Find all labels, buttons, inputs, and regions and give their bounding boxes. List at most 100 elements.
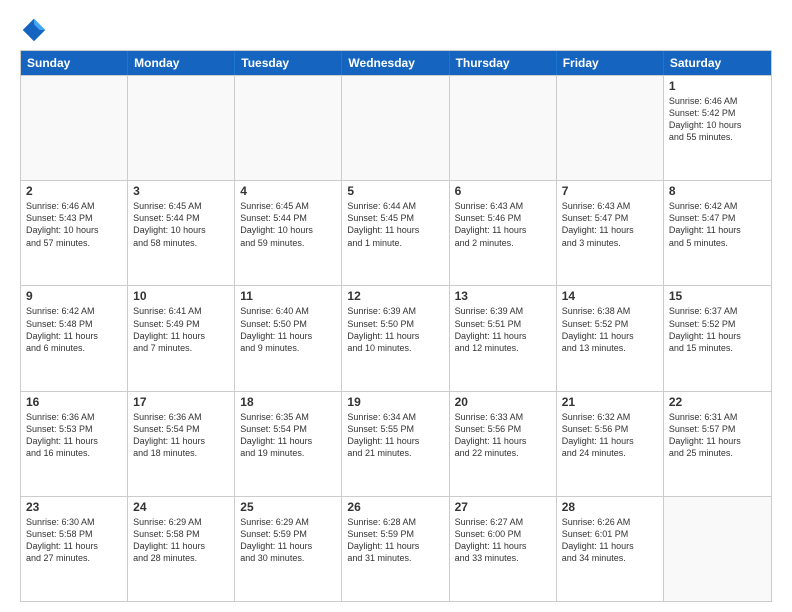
cal-cell: 1 Sunrise: 6:46 AM Sunset: 5:42 PM Daylig… [664,76,771,180]
day-number: 27 [455,500,551,514]
cell-info: Sunrise: 6:44 AM Sunset: 5:45 PM Dayligh… [347,200,443,249]
header-day-tuesday: Tuesday [235,51,342,75]
cal-cell: 26 Sunrise: 6:28 AM Sunset: 5:59 PM Dayli… [342,497,449,601]
week-row-2: 2 Sunrise: 6:46 AM Sunset: 5:43 PM Daylig… [21,180,771,285]
cell-info: Sunrise: 6:36 AM Sunset: 5:53 PM Dayligh… [26,411,122,460]
day-number: 9 [26,289,122,303]
cell-info: Sunrise: 6:36 AM Sunset: 5:54 PM Dayligh… [133,411,229,460]
cal-cell: 28Sunrise: 6:26 AM Sunset: 6:01 PM Dayli… [557,497,664,601]
logo [20,16,52,44]
cell-info: Sunrise: 6:34 AM Sunset: 5:55 PM Dayligh… [347,411,443,460]
cal-cell: 2 Sunrise: 6:46 AM Sunset: 5:43 PM Daylig… [21,181,128,285]
day-number: 7 [562,184,658,198]
week-row-1: 1 Sunrise: 6:46 AM Sunset: 5:42 PM Daylig… [21,75,771,180]
cell-info: Sunrise: 6:42 AM Sunset: 5:48 PM Dayligh… [26,305,122,354]
week-row-3: 9 Sunrise: 6:42 AM Sunset: 5:48 PM Daylig… [21,285,771,390]
day-number: 26 [347,500,443,514]
cell-info: Sunrise: 6:29 AM Sunset: 5:59 PM Dayligh… [240,516,336,565]
cell-info: Sunrise: 6:39 AM Sunset: 5:50 PM Dayligh… [347,305,443,354]
day-number: 4 [240,184,336,198]
header-day-friday: Friday [557,51,664,75]
cal-cell: 14 Sunrise: 6:38 AM Sunset: 5:52 PM Dayli… [557,286,664,390]
day-number: 14 [562,289,658,303]
calendar-body: 1 Sunrise: 6:46 AM Sunset: 5:42 PM Daylig… [21,75,771,601]
cell-info: Sunrise: 6:28 AM Sunset: 5:59 PM Dayligh… [347,516,443,565]
cal-cell [235,76,342,180]
day-number: 10 [133,289,229,303]
cell-info: Sunrise: 6:30 AM Sunset: 5:58 PM Dayligh… [26,516,122,565]
cell-info: Sunrise: 6:32 AM Sunset: 5:56 PM Dayligh… [562,411,658,460]
cal-cell: 10 Sunrise: 6:41 AM Sunset: 5:49 PM Dayli… [128,286,235,390]
cal-cell: 18 Sunrise: 6:35 AM Sunset: 5:54 PM Dayli… [235,392,342,496]
page: SundayMondayTuesdayWednesdayThursdayFrid… [0,0,792,612]
cal-cell: 24 Sunrise: 6:29 AM Sunset: 5:58 PM Dayli… [128,497,235,601]
calendar: SundayMondayTuesdayWednesdayThursdayFrid… [20,50,772,602]
day-number: 13 [455,289,551,303]
header-day-monday: Monday [128,51,235,75]
day-number: 19 [347,395,443,409]
cal-cell: 7 Sunrise: 6:43 AM Sunset: 5:47 PM Daylig… [557,181,664,285]
day-number: 16 [26,395,122,409]
cal-cell: 19 Sunrise: 6:34 AM Sunset: 5:55 PM Dayli… [342,392,449,496]
day-number: 28 [562,500,658,514]
cal-cell: 5 Sunrise: 6:44 AM Sunset: 5:45 PM Daylig… [342,181,449,285]
cell-info: Sunrise: 6:39 AM Sunset: 5:51 PM Dayligh… [455,305,551,354]
header-day-thursday: Thursday [450,51,557,75]
cal-cell: 12 Sunrise: 6:39 AM Sunset: 5:50 PM Dayli… [342,286,449,390]
day-number: 2 [26,184,122,198]
cal-cell: 9 Sunrise: 6:42 AM Sunset: 5:48 PM Daylig… [21,286,128,390]
logo-icon [20,16,48,44]
day-number: 23 [26,500,122,514]
cal-cell: 25 Sunrise: 6:29 AM Sunset: 5:59 PM Dayli… [235,497,342,601]
week-row-4: 16 Sunrise: 6:36 AM Sunset: 5:53 PM Dayli… [21,391,771,496]
cell-info: Sunrise: 6:27 AM Sunset: 6:00 PM Dayligh… [455,516,551,565]
day-number: 24 [133,500,229,514]
day-number: 5 [347,184,443,198]
cal-cell: 16 Sunrise: 6:36 AM Sunset: 5:53 PM Dayli… [21,392,128,496]
cal-cell: 20 Sunrise: 6:33 AM Sunset: 5:56 PM Dayli… [450,392,557,496]
cal-cell: 4 Sunrise: 6:45 AM Sunset: 5:44 PM Daylig… [235,181,342,285]
cal-cell [21,76,128,180]
cell-info: Sunrise: 6:42 AM Sunset: 5:47 PM Dayligh… [669,200,766,249]
calendar-header-row: SundayMondayTuesdayWednesdayThursdayFrid… [21,51,771,75]
cell-info: Sunrise: 6:46 AM Sunset: 5:42 PM Dayligh… [669,95,766,144]
cell-info: Sunrise: 6:45 AM Sunset: 5:44 PM Dayligh… [133,200,229,249]
day-number: 18 [240,395,336,409]
cell-info: Sunrise: 6:38 AM Sunset: 5:52 PM Dayligh… [562,305,658,354]
day-number: 20 [455,395,551,409]
cell-info: Sunrise: 6:45 AM Sunset: 5:44 PM Dayligh… [240,200,336,249]
day-number: 25 [240,500,336,514]
cal-cell: 3Sunrise: 6:45 AM Sunset: 5:44 PM Daylig… [128,181,235,285]
cal-cell: 15Sunrise: 6:37 AM Sunset: 5:52 PM Dayli… [664,286,771,390]
cell-info: Sunrise: 6:33 AM Sunset: 5:56 PM Dayligh… [455,411,551,460]
cal-cell: 23 Sunrise: 6:30 AM Sunset: 5:58 PM Dayli… [21,497,128,601]
cell-info: Sunrise: 6:43 AM Sunset: 5:47 PM Dayligh… [562,200,658,249]
day-number: 1 [669,79,766,93]
cal-cell: 27 Sunrise: 6:27 AM Sunset: 6:00 PM Dayli… [450,497,557,601]
cal-cell: 13 Sunrise: 6:39 AM Sunset: 5:51 PM Dayli… [450,286,557,390]
cell-info: Sunrise: 6:35 AM Sunset: 5:54 PM Dayligh… [240,411,336,460]
cal-cell: 8 Sunrise: 6:42 AM Sunset: 5:47 PM Daylig… [664,181,771,285]
cal-cell [557,76,664,180]
cal-cell [128,76,235,180]
week-row-5: 23 Sunrise: 6:30 AM Sunset: 5:58 PM Dayli… [21,496,771,601]
cell-info: Sunrise: 6:41 AM Sunset: 5:49 PM Dayligh… [133,305,229,354]
day-number: 8 [669,184,766,198]
cal-cell: 21 Sunrise: 6:32 AM Sunset: 5:56 PM Dayli… [557,392,664,496]
day-number: 21 [562,395,658,409]
cell-info: Sunrise: 6:31 AM Sunset: 5:57 PM Dayligh… [669,411,766,460]
day-number: 11 [240,289,336,303]
cal-cell [664,497,771,601]
header [20,16,772,44]
header-day-wednesday: Wednesday [342,51,449,75]
day-number: 12 [347,289,443,303]
day-number: 6 [455,184,551,198]
cell-info: Sunrise: 6:46 AM Sunset: 5:43 PM Dayligh… [26,200,122,249]
cal-cell [342,76,449,180]
cal-cell: 6 Sunrise: 6:43 AM Sunset: 5:46 PM Daylig… [450,181,557,285]
cal-cell: 11Sunrise: 6:40 AM Sunset: 5:50 PM Dayli… [235,286,342,390]
day-number: 17 [133,395,229,409]
cell-info: Sunrise: 6:43 AM Sunset: 5:46 PM Dayligh… [455,200,551,249]
cal-cell: 17 Sunrise: 6:36 AM Sunset: 5:54 PM Dayli… [128,392,235,496]
cell-info: Sunrise: 6:29 AM Sunset: 5:58 PM Dayligh… [133,516,229,565]
